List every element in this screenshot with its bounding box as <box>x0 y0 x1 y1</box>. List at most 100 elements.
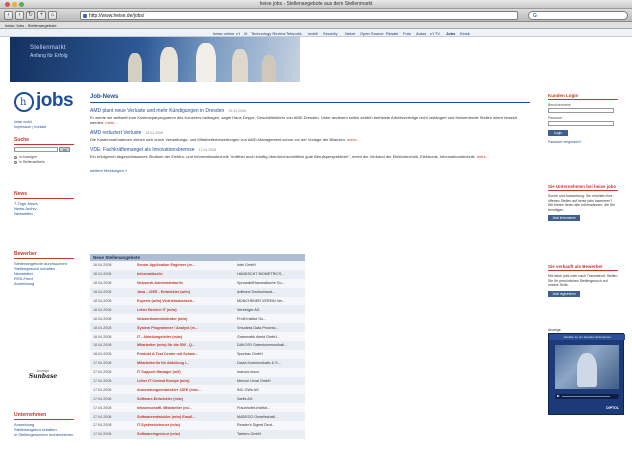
job-title-link[interactable]: Senior Application Engineer (m... <box>134 261 234 270</box>
topnav-item[interactable]: mobil <box>308 31 318 36</box>
radio-in-articles[interactable] <box>14 160 17 164</box>
forward-button[interactable]: › <box>15 11 24 20</box>
job-title-link[interactable]: Software-Entwickler (m/w) <box>134 394 234 404</box>
topnav-item[interactable]: Security <box>323 31 337 36</box>
play-icon[interactable] <box>557 395 560 397</box>
job-title-link[interactable]: Informatiker/in <box>134 269 234 279</box>
job-row[interactable]: 17.04.2008 wissenschaftl. Mitarbeiter (m/… <box>90 403 305 413</box>
job-title-link[interactable]: Mitarbeiter/in für Abteilung I... <box>134 358 234 368</box>
job-title-link[interactable]: IT - Abteilungsleiter (m/w) <box>134 332 234 342</box>
topnav-item[interactable]: iX <box>244 31 248 36</box>
login-button[interactable]: Login <box>548 130 568 136</box>
job-row[interactable]: 18.04.2008 Netzwerkadministrator (m/w) Pro… <box>90 314 305 324</box>
window-title: heise jobs - Stellenangebote aus dem Ste… <box>259 1 373 7</box>
job-title-link[interactable]: Produkt & Test Center mit Schwe... <box>134 349 234 359</box>
job-row[interactable]: 17.04.2008 Softwareentwickler (m/w) Emull… <box>90 412 305 422</box>
address-bar[interactable]: http://www.heise.de/jobs/ <box>80 11 590 20</box>
radio-in-ads[interactable] <box>14 155 17 159</box>
job-title-link[interactable]: Netzwerk-Administrator/in <box>134 278 234 288</box>
search-input[interactable] <box>14 147 58 153</box>
job-title-link[interactable]: Java - J2EE - Entwickler (w/m) <box>134 287 234 297</box>
more-link[interactable]: mehr... <box>105 120 117 125</box>
job-row[interactable]: 18.04.2008 IT - Abteilungsleiter (m/w) Gra… <box>90 332 305 342</box>
news-headline-link[interactable]: AMD reduziert Verluste <box>90 130 141 136</box>
search-button[interactable]: OK <box>59 147 71 153</box>
topnav-item[interactable]: Telepolis <box>286 31 302 36</box>
job-row[interactable]: 17.04.2008 Software-Entwickler (m/w) Sarit… <box>90 394 305 404</box>
search-field[interactable]: G <box>528 11 628 20</box>
topnav-item[interactable]: Kiosk <box>460 31 470 36</box>
job-row[interactable]: 18.04.2008 Leiter Bereich IT (m/w) Vereini… <box>90 305 305 315</box>
login-box: Kunden Login Benutzername Passwort Login… <box>548 93 618 144</box>
job-company: DAKOSY Datenkommunikati... <box>234 341 305 350</box>
topnav-item[interactable]: Autos <box>416 31 426 36</box>
news-item: AMD reduziert Verluste 18.04.2008 Die Kos… <box>90 130 530 142</box>
bookmark-item[interactable]: heise Jobs - Stellenangebote <box>5 23 57 28</box>
add-bookmark-button[interactable]: + <box>37 11 46 20</box>
job-title-link[interactable]: Softwareentwickler (m/w) Emull... <box>134 412 234 422</box>
job-title-link[interactable]: Softwareingenieur (m/w) <box>134 429 234 439</box>
job-row[interactable]: 17.04.2008 IT-Systembetreuer (m/w) Reader'… <box>90 421 305 430</box>
topnav-item[interactable]: Netze <box>345 31 355 36</box>
job-row[interactable]: 18.04.2008 Java - J2EE - Entwickler (w/m)… <box>90 287 305 297</box>
job-row[interactable]: 17.04.2008 Softwareingenieur (m/w) Tarierr… <box>90 429 305 439</box>
topnav-item[interactable]: heise online <box>213 31 234 36</box>
job-title-link[interactable]: IT Support Manager (m/f) <box>134 367 234 377</box>
sidebar-link[interactable]: in Stellengesuchen recherchieren <box>14 432 74 437</box>
job-title-link[interactable]: Experte (w/m) Vertriebsdeutsch... <box>134 296 234 306</box>
window-titlebar: heise jobs - Stellenangebote aus dem Ste… <box>0 0 632 9</box>
video-progress-bar[interactable] <box>562 396 610 397</box>
topnav-item[interactable]: Foto <box>403 31 411 36</box>
job-row[interactable]: 18.04.2008 Produkt & Test Center mit Schw… <box>90 349 305 359</box>
topnav-item[interactable]: Technology Review <box>251 31 285 36</box>
username-field[interactable] <box>548 108 614 113</box>
news-headline-link[interactable]: VDE: Fachkräftemangel als Innovationsbre… <box>90 147 195 153</box>
topnav-item-active[interactable]: Jobs <box>446 31 455 36</box>
more-link[interactable]: mehr... <box>347 137 359 142</box>
job-row[interactable]: 18.04.2008 Informatiker/in HANDSCHT BIOMET… <box>90 269 305 279</box>
topnav-item[interactable]: Open Source <box>360 31 384 36</box>
job-row[interactable]: 18.04.2008 Experte (w/m) Vertriebsdeutsch… <box>90 296 305 306</box>
forgot-password-link[interactable]: Passwort vergessen? <box>548 140 618 144</box>
topnav-item[interactable]: Resale <box>386 31 398 36</box>
job-title-link[interactable]: Leiter IT Central Europe (m/w) <box>134 376 234 386</box>
job-title-link[interactable]: Anwendungsentwickler J2EE (m/w... <box>134 385 234 395</box>
job-title-link[interactable]: wissenschaftl. Mitarbeiter (m/... <box>134 403 234 413</box>
company-info-button[interactable]: Jetzt informieren <box>548 215 580 222</box>
banner-photo-figure <box>128 53 142 82</box>
video-screen[interactable] <box>555 345 619 389</box>
job-row[interactable]: 18.04.2008 System Programmer / Analyst (m… <box>90 323 305 333</box>
job-row[interactable]: 18.04.2008 Mitarbeiter (m/w) für die SW -… <box>90 341 305 350</box>
topnav-item[interactable]: c't TV <box>430 31 440 36</box>
more-news-link[interactable]: weitere Meldungen » <box>90 168 530 173</box>
job-company: Davia Kommunikativ & S... <box>234 358 305 368</box>
job-row[interactable]: 18.04.2008 Netzwerk-Administrator/in Sprow… <box>90 278 305 288</box>
job-title-link[interactable]: Mitarbeiter (m/w) für die SW - Q... <box>134 341 234 350</box>
job-row[interactable]: 17.04.2008 Leiter IT Central Europe (m/w)… <box>90 376 305 386</box>
job-title-link[interactable]: IT-Systembetreuer (m/w) <box>134 421 234 430</box>
job-title-link[interactable]: Netzwerkadministrator (m/w) <box>134 314 234 324</box>
video-ad[interactable]: Jobdate zu ein Speaker Enterprises DIPTO… <box>548 333 625 415</box>
job-row[interactable]: 17.04.2008 IT Support Manager (m/f) marcus… <box>90 367 305 377</box>
sidebar-small-link[interactable]: Impressum | Kontakt <box>14 125 74 130</box>
job-date: 17.04.2008 <box>90 376 134 386</box>
heise-jobs-logo[interactable]: h jobs <box>14 87 74 119</box>
sidebar-ad[interactable]: Anzeige Sunbase <box>22 369 64 391</box>
job-company: Tarierro GmbH <box>234 429 305 439</box>
topnav-item[interactable]: c't <box>236 31 240 36</box>
job-row[interactable]: 17.04.2008 Mitarbeiter/in für Abteilung I… <box>90 358 305 368</box>
sidebar-link[interactable]: Newsletter <box>14 211 74 216</box>
browser-toolbar: ‹ › ↻ + ⌂ http://www.heise.de/jobs/ G <box>0 9 632 22</box>
more-link[interactable]: mehr... <box>477 154 489 159</box>
back-button[interactable]: ‹ <box>4 11 13 20</box>
news-headline-link[interactable]: AMD plant neue Verluste und mehr Kündigu… <box>90 108 224 114</box>
home-icon[interactable]: ⌂ <box>48 11 57 20</box>
sidebar-link[interactable]: Anmeldung <box>14 281 74 286</box>
job-row[interactable]: 17.04.2008 Anwendungsentwickler J2EE (m/w… <box>90 385 305 395</box>
reload-button[interactable]: ↻ <box>26 11 35 20</box>
job-row[interactable]: 18.04.2008 Senior Application Engineer (m… <box>90 261 305 270</box>
seeker-register-button[interactable]: Jetzt registrieren <box>548 290 580 297</box>
job-title-link[interactable]: System Programmer / Analyst (m... <box>134 323 234 333</box>
job-title-link[interactable]: Leiter Bereich IT (m/w) <box>134 305 234 315</box>
password-field[interactable] <box>548 121 614 126</box>
